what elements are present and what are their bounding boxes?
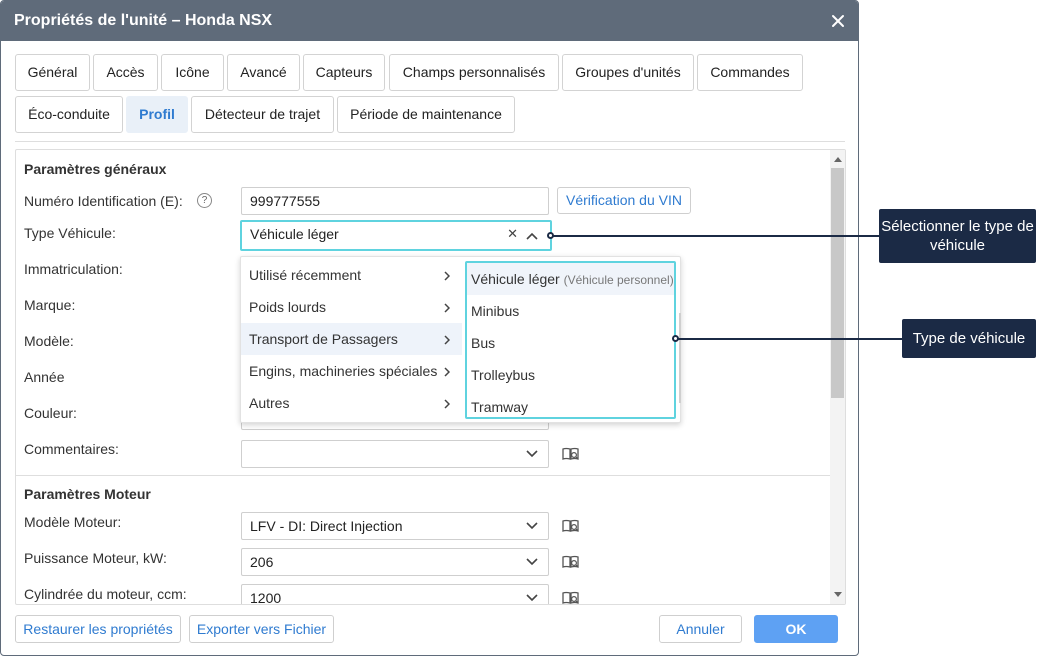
submenu-scrollbar[interactable] [679,313,681,403]
sub-item-label: Bus [471,335,496,351]
chevron-right-icon [444,367,450,377]
comment-label: Commentaires: [24,441,119,457]
callout-vehicle-type: Type de véhicule [902,319,1036,358]
clear-icon[interactable]: ✕ [507,222,518,246]
engine-power-select[interactable]: 206 [241,548,549,576]
vehicle-type-menu: Utilisé récemment Poids lourds Transport… [240,256,681,423]
tab-maintenance-period[interactable]: Période de maintenance [337,96,515,133]
callout-dot-type [672,335,679,342]
export-file-button[interactable]: Exporter vers Fichier [189,615,334,643]
chevron-right-icon [444,303,450,313]
general-section-title: Paramètres généraux [24,161,167,177]
vehicle-type-label: Type Véhicule: [24,225,116,241]
menu-item-label: Utilisé récemment [249,267,362,283]
scroll-up-icon[interactable] [834,156,842,162]
help-icon[interactable]: ? [197,193,212,208]
vehicle-type-select[interactable]: Véhicule léger ✕ [240,220,552,251]
close-icon[interactable] [830,13,846,29]
tab-custom-fields[interactable]: Champs personnalisés [389,54,559,91]
callout-select-type: Sélectionner le type de véhicule [879,209,1036,263]
sub-item-trolleybus[interactable]: Trolleybus [467,359,674,391]
tab-icon[interactable]: Icône [161,54,224,91]
section-divider [16,475,830,476]
tab-eco-driving[interactable]: Éco-conduite [15,96,123,133]
menu-item-passenger[interactable]: Transport de Passagers [241,323,462,355]
sub-item-label: Véhicule léger [471,271,560,287]
chevron-down-icon[interactable] [526,558,538,566]
tab-advanced[interactable]: Avancé [227,54,300,91]
callout-dot-select [547,232,554,239]
tab-commands[interactable]: Commandes [697,54,803,91]
sub-item-label: Tramway [471,399,529,415]
chevron-right-icon [444,335,450,345]
book-icon[interactable] [562,447,580,461]
sub-item-bus[interactable]: Bus [467,327,674,359]
menu-item-heavy[interactable]: Poids lourds [241,291,462,323]
book-icon[interactable] [562,591,580,605]
sub-item-label: Minibus [471,303,520,319]
tab-unit-groups[interactable]: Groupes d'unités [562,54,694,91]
ok-button[interactable]: OK [754,615,838,643]
engine-model-label: Modèle Moteur: [24,514,122,530]
menu-item-label: Transport de Passagers [249,331,398,347]
tab-profile[interactable]: Profil [126,96,188,133]
sub-item-minibus[interactable]: Minibus [467,295,674,327]
menu-item-label: Engins, machineries spéciales [249,363,438,379]
callout-line-type [676,338,902,340]
callout-line-select [551,235,880,237]
engine-model-value: LFV - DI: Direct Injection [250,518,403,534]
chevron-down-icon[interactable] [526,522,538,530]
restore-properties-button[interactable]: Restaurer les propriétés [15,615,181,643]
engine-model-select[interactable]: LFV - DI: Direct Injection [241,512,549,540]
chevron-down-icon[interactable] [526,450,538,458]
engine-displacement-value: 1200 [250,590,282,605]
dialog-title: Propriétés de l'unité – Honda NSX [14,12,273,29]
tabs-divider [15,141,845,142]
chevron-right-icon [444,399,450,409]
engine-power-value: 206 [250,554,274,570]
tab-sensors[interactable]: Capteurs [303,54,385,91]
engine-displacement-label: Cylindrée du moteur, ccm: [24,586,187,602]
cancel-button[interactable]: Annuler [659,615,742,643]
engine-displacement-select[interactable]: 1200 [241,584,549,605]
vehicle-type-submenu: Véhicule léger (Véhicule personnel) Mini… [465,261,676,419]
unit-properties-dialog: Propriétés de l'unité – Honda NSX Généra… [0,0,859,656]
menu-item-label: Poids lourds [249,299,327,315]
tab-trip-detector[interactable]: Détecteur de trajet [191,96,334,133]
sub-item-hint: (Véhicule personnel) [563,273,674,287]
vin-label: Numéro Identification (E): [24,193,183,209]
menu-item-special[interactable]: Engins, machineries spéciales [241,355,462,387]
scroll-down-icon[interactable] [834,592,842,598]
book-icon[interactable] [562,555,580,569]
color-label: Couleur: [24,405,77,421]
engine-section-title: Paramètres Moteur [24,486,151,502]
tab-access[interactable]: Accès [93,54,158,91]
year-label: Année [24,369,65,385]
sub-item-light-vehicle[interactable]: Véhicule léger (Véhicule personnel) [467,263,674,295]
menu-item-others[interactable]: Autres [241,387,462,419]
panel-scrollbar-thumb[interactable] [831,168,844,398]
vin-input[interactable]: 999777555 [241,187,549,215]
tab-general[interactable]: Général [15,54,90,91]
comment-select[interactable] [241,440,549,468]
vin-check-button[interactable]: Vérification du VIN [557,187,691,214]
sub-item-label: Trolleybus [471,367,536,383]
chevron-right-icon [444,271,450,281]
menu-item-label: Autres [249,395,290,411]
dialog-titlebar: Propriétés de l'unité – Honda NSX [1,1,858,41]
menu-item-recent[interactable]: Utilisé récemment [241,259,462,291]
chevron-down-icon[interactable] [526,594,538,602]
model-label: Modèle: [24,333,74,349]
sub-item-tramway[interactable]: Tramway [467,391,674,423]
chevron-up-icon[interactable] [526,232,538,240]
book-icon[interactable] [562,519,580,533]
vehicle-type-value: Véhicule léger [250,226,339,242]
engine-power-label: Puissance Moteur, kW: [24,550,167,566]
brand-label: Marque: [24,297,76,313]
registration-label: Immatriculation: [24,261,123,277]
